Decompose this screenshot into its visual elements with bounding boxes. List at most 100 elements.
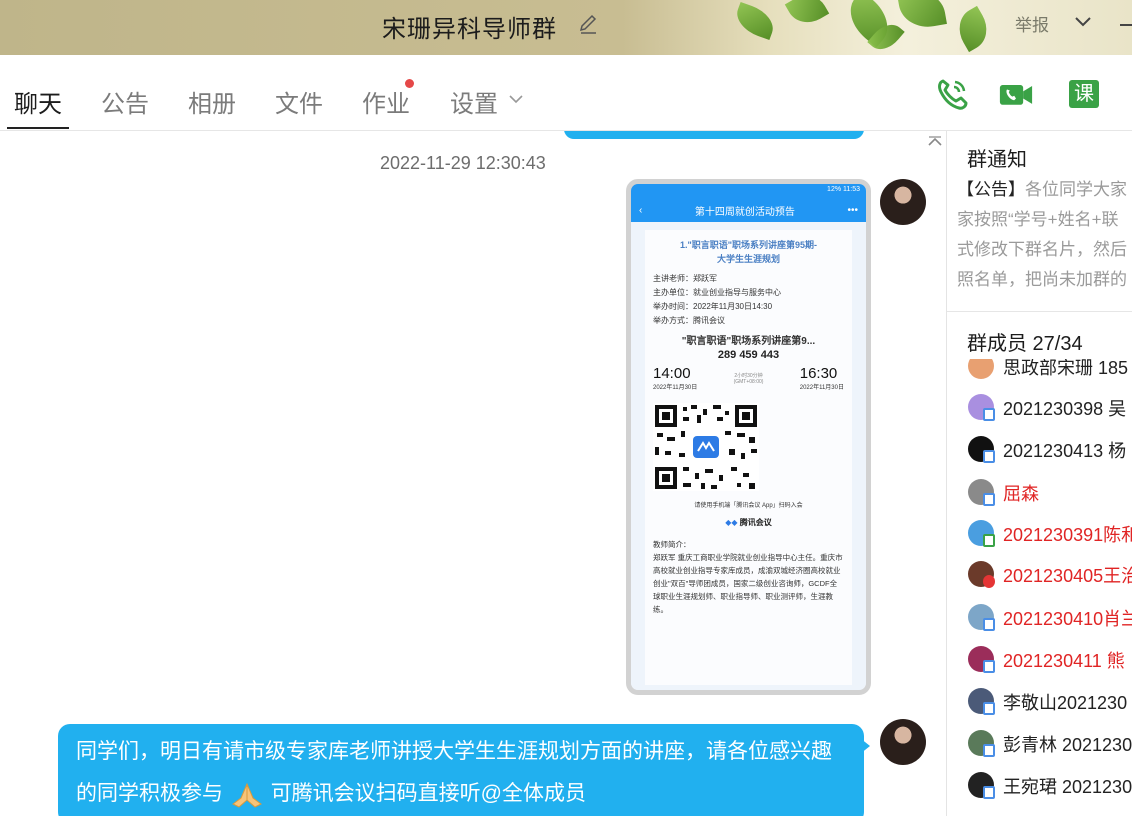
image-message[interactable]: 12% 11:53 ‹ 第十四周就创活动预告 ••• 1."职言职语"职场系列讲… — [626, 179, 871, 695]
mobile-status-icon — [983, 408, 995, 421]
timezone: (GMT+08:00) — [733, 378, 764, 385]
member-name: 屈森 — [1003, 484, 1039, 504]
phone-status-bar: 12% 11:53 — [631, 184, 866, 198]
member-item[interactable]: 2021230405王治 — [947, 555, 1132, 593]
tab-homework[interactable]: 作业 — [362, 84, 410, 119]
chevron-down-icon[interactable] — [508, 93, 524, 105]
member-item[interactable]: 王宛珺 2021230 — [947, 766, 1132, 804]
member-name: 2021230391陈和 — [1003, 525, 1132, 545]
member-list[interactable]: 思政部宋珊 185 2021230398 吴 2021230413 杨 屈森 2… — [947, 359, 1132, 816]
member-name: 2021230405王治 — [1003, 566, 1132, 586]
praying-hands-emoji — [231, 783, 262, 809]
meeting-id: 289 459 443 — [717, 349, 780, 361]
teacher-bio: 郑跃军 重庆工商职业学院就业创业指导中心主任。重庆市高校就业创业指导专家库成员，… — [653, 553, 843, 614]
phone-nav-title: 第十四周就创活动预告 — [694, 206, 795, 218]
tab-files[interactable]: 文件 — [275, 84, 323, 119]
group-info-panel: 群通知 【公告】各位同学大家 家按照“学号+姓名+联 式修改下群名片，然后 照名… — [946, 131, 1132, 816]
member-item[interactable]: 彭青林 2021230 — [947, 724, 1132, 762]
edit-name-icon[interactable] — [577, 13, 599, 35]
start-date: 2022年11月30日 — [653, 385, 698, 391]
member-name: 李敬山2021230 — [1003, 693, 1128, 713]
phone-nav-bar: ‹ 第十四周就创活动预告 ••• — [631, 198, 866, 222]
video-icon[interactable] — [999, 77, 1033, 111]
minimize-button[interactable] — [1120, 24, 1132, 26]
member-item[interactable]: 屈森 — [947, 473, 1132, 511]
text-message[interactable]: 同学们，明日有请市级专家库老师讲授大学生生涯规划方面的讲座，请各位感兴趣的同学积… — [58, 724, 864, 816]
end-time: 16:30 — [799, 365, 838, 382]
notice-line: 照名单，把尚未加群的 — [957, 270, 1127, 289]
teacher-intro: 教师简介： 郑跃军 重庆工商职业学院就业创业指导中心主任。重庆市高校就业创业指导… — [653, 538, 844, 616]
poster-line: 主办单位：就业创业指导与服务中心 — [653, 288, 781, 297]
mobile-status-icon — [983, 450, 995, 463]
member-name: 王宛珺 2021230 — [1003, 777, 1132, 797]
member-name: 2021230411 熊 — [1003, 651, 1125, 671]
tab-chat[interactable]: 聊天 — [14, 84, 62, 119]
notice-line: 家按照“学号+姓名+联 — [957, 210, 1119, 229]
notice-line: 【公告】各位同学大家 — [957, 175, 1132, 205]
busy-status-icon — [983, 575, 995, 588]
message-timestamp: 2022-11-29 12:30:43 — [380, 153, 546, 173]
title-bar: 宋珊异科导师群 举报 — [0, 0, 1132, 55]
poster-title-1: 1."职言职语"职场系列讲座第95期- — [679, 240, 818, 250]
course-button[interactable]: 课 — [1069, 80, 1099, 108]
avatar[interactable] — [880, 719, 926, 765]
report-link[interactable]: 举报 — [1015, 11, 1049, 36]
chat-area[interactable]: 2022-11-29 12:30:43 12% 11:53 ‹ 第十四周就创活动… — [0, 131, 946, 816]
member-item[interactable]: 李敬山2021230 — [947, 682, 1132, 720]
member-name: 彭青林 2021230 — [1003, 735, 1132, 755]
notice-title: 群通知 — [967, 149, 1027, 171]
poster-title-2: 大学生生涯规划 — [716, 254, 780, 264]
member-name: 2021230413 杨 — [1003, 441, 1127, 461]
member-item[interactable]: 思政部宋珊 185 — [947, 359, 1132, 385]
message-text: 可腾讯会议扫码直接听@全体成员 — [270, 782, 587, 805]
tab-settings[interactable]: 设置 — [450, 84, 498, 119]
member-item[interactable]: 2021230410肖兰 — [947, 598, 1132, 636]
mobile-status-icon — [983, 702, 995, 715]
group-notice[interactable]: 【公告】各位同学大家 家按照“学号+姓名+联 式修改下群名片，然后 照名单，把尚… — [957, 175, 1132, 295]
bubble-tail — [860, 738, 870, 754]
tencent-meeting-icon: ◆◆ — [725, 518, 738, 527]
notice-tag: 【公告】 — [957, 180, 1025, 199]
teacher-label: 教师简介： — [653, 540, 691, 549]
poster-line: 举办时间：2022年11月30日14:30 — [653, 302, 773, 311]
mobile-status-icon — [983, 660, 995, 673]
poster-line: 主讲老师：郑跃军 — [653, 274, 717, 283]
collapse-icon[interactable] — [927, 136, 943, 148]
status-right: 12% 11:53 — [827, 186, 860, 193]
avatar — [968, 359, 994, 379]
tencent-meeting-logo: ◆◆ 腾讯会议 — [653, 517, 844, 528]
more-icon: ••• — [847, 204, 858, 216]
window-title: 宋珊异科导师群 — [382, 16, 557, 43]
notice-line: 式修改下群名片，然后 — [957, 240, 1127, 259]
duration: 2小时30分钟 — [734, 372, 763, 379]
back-icon: ‹ — [639, 204, 643, 216]
mobile-status-icon — [983, 534, 995, 547]
member-item[interactable]: 2021230391陈和 — [947, 514, 1132, 552]
brand-name: 腾讯会议 — [739, 518, 772, 527]
mobile-status-icon — [983, 618, 995, 631]
mobile-status-icon — [983, 493, 995, 506]
leaf-decoration — [784, 0, 830, 31]
avatar[interactable] — [880, 179, 926, 225]
tab-album[interactable]: 相册 — [188, 84, 236, 119]
notice-line-text: 各位同学大家 — [1025, 180, 1127, 199]
member-item[interactable]: 2021230413 杨 — [947, 430, 1132, 468]
unread-dot — [405, 79, 414, 88]
end-date: 2022年11月30日 — [799, 385, 844, 391]
member-name: 2021230410肖兰 — [1003, 609, 1132, 629]
members-title: 群成员 27/34 — [967, 333, 1083, 355]
tab-announcement[interactable]: 公告 — [101, 84, 149, 119]
active-tab-indicator — [7, 127, 69, 129]
phone-icon[interactable] — [935, 77, 969, 111]
start-time: 14:00 — [653, 365, 691, 382]
qr-code — [653, 403, 759, 491]
poster-line: 举办方式：腾讯会议 — [653, 316, 725, 325]
member-item[interactable]: 2021230411 熊 — [947, 640, 1132, 678]
previous-message-bubble — [564, 131, 864, 139]
divider — [947, 311, 1132, 312]
chevron-down-icon[interactable] — [1073, 14, 1093, 30]
member-item[interactable]: 2021230398 吴 — [947, 388, 1132, 426]
phone-body: 1."职言职语"职场系列讲座第95期- 大学生生涯规划 主讲老师：郑跃军 主办单… — [631, 222, 866, 690]
qr-caption: 请使用手机端「腾讯会议 App」扫码入会 — [694, 503, 803, 509]
member-name: 思政部宋珊 185 — [1003, 359, 1129, 378]
